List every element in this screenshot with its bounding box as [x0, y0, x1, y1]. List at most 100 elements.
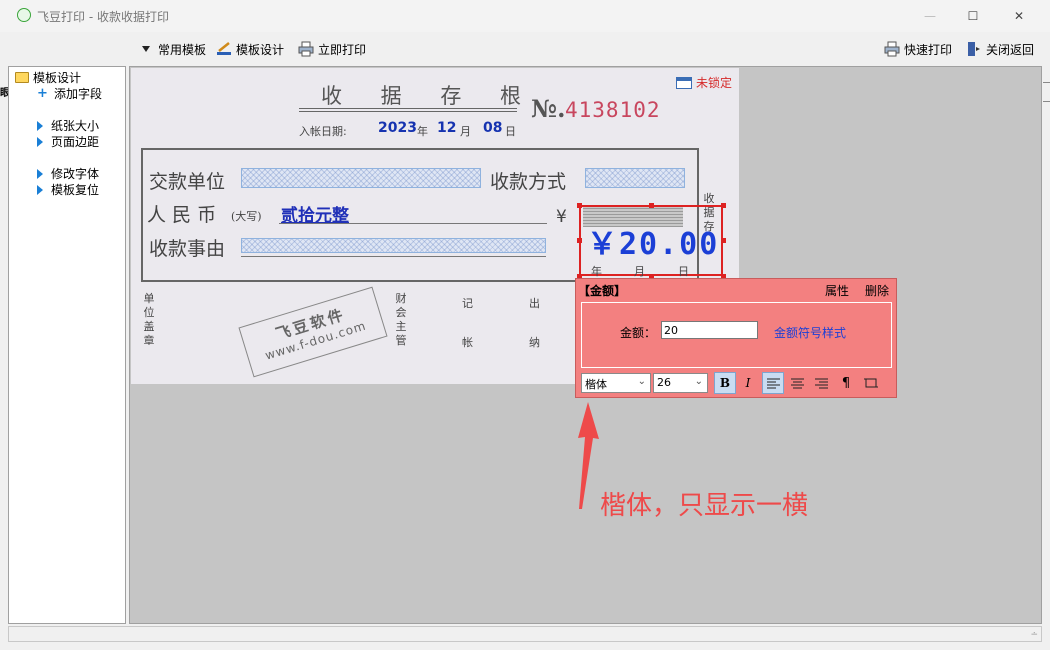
- window-edge-fragment: [1043, 82, 1050, 102]
- paragraph-button[interactable]: ¶: [835, 372, 857, 394]
- date-month-field[interactable]: 12: [437, 120, 456, 136]
- print-now-button[interactable]: 立即打印: [298, 40, 366, 58]
- align-left-icon: [766, 378, 780, 388]
- app-logo-icon: [17, 8, 31, 22]
- window-title: 飞豆打印 - 收款收据打印: [37, 10, 169, 24]
- watermark-stamp: 飞豆软件 www.f-dou.com: [238, 286, 388, 378]
- sidebar-item-page-margin[interactable]: 页面边距: [37, 133, 99, 150]
- main-toolbar: 常用模板 模板设计 立即打印 快速打印 关闭返回: [0, 32, 1050, 66]
- template-design-button[interactable]: 模板设计: [216, 40, 284, 58]
- sidebar-item-paper-size[interactable]: 纸张大小: [37, 117, 99, 134]
- date-year-field[interactable]: 2023: [378, 120, 417, 136]
- triangle-right-icon: [37, 184, 43, 195]
- resize-handle[interactable]: [721, 238, 726, 243]
- panel-title: 【金额】: [578, 284, 627, 298]
- bookkeeping-label-2: 帐: [462, 336, 473, 349]
- reason-underline: [241, 256, 546, 257]
- attribute-button[interactable]: 属性: [825, 282, 849, 299]
- resize-handle[interactable]: [649, 203, 654, 208]
- chevron-down-icon: ⌄: [694, 376, 703, 387]
- plus-icon: +: [37, 86, 48, 101]
- sidebar-item-label: 纸张大小: [51, 119, 100, 133]
- quick-print-button[interactable]: 快速打印: [884, 40, 952, 58]
- template-design-label: 模板设计: [236, 42, 285, 57]
- side-vertical-text: 收据存: [703, 192, 715, 233]
- payer-label: 交款单位: [149, 171, 226, 193]
- receipt-no-value: 4138102: [565, 98, 661, 122]
- sidebar-item-reset-template[interactable]: 模板复位: [37, 181, 99, 198]
- fit-box-icon: [864, 378, 878, 388]
- date-day-field[interactable]: 08: [483, 120, 502, 136]
- print-now-label: 立即打印: [318, 42, 367, 57]
- month-unit: 月: [460, 125, 471, 138]
- bold-button[interactable]: B: [714, 372, 736, 394]
- resize-grip-icon[interactable]: ∸: [1030, 630, 1038, 640]
- yen-sign: ¥: [556, 207, 567, 227]
- triangle-right-icon: [37, 168, 43, 179]
- resize-handle[interactable]: [721, 203, 726, 208]
- font-family-value: 楷体: [585, 378, 607, 391]
- unit-seal-label: 单位盖章: [143, 292, 155, 347]
- payer-field[interactable]: [241, 168, 481, 188]
- resize-handle[interactable]: [577, 203, 582, 208]
- year-unit: 年: [417, 125, 428, 138]
- fit-box-button[interactable]: [860, 372, 882, 394]
- window-lock-icon: [676, 76, 692, 89]
- italic-button[interactable]: I: [737, 372, 759, 394]
- amount-display[interactable]: ￥20.00: [587, 219, 719, 263]
- dropdown-arrow-icon: [138, 41, 154, 57]
- date-day-mark: 日: [678, 265, 689, 278]
- currency-symbol-style-link[interactable]: 金额符号样式: [774, 324, 846, 341]
- entry-date-label: 入帐日期:: [299, 125, 347, 138]
- quick-print-label: 快速打印: [904, 42, 953, 57]
- triangle-right-icon: [37, 136, 43, 147]
- status-bar: ∸: [8, 626, 1042, 642]
- align-right-button[interactable]: [810, 372, 832, 394]
- date-year-mark: 年: [591, 265, 602, 278]
- triangle-right-icon: [37, 120, 43, 131]
- amount-input[interactable]: [661, 321, 758, 339]
- panel-body: 金额： 金额符号样式: [581, 302, 892, 368]
- rmb-underline: [279, 223, 547, 224]
- align-center-icon: [790, 378, 804, 388]
- receipt-no-label: №.: [531, 94, 566, 123]
- lock-status-label: 未锁定: [696, 76, 733, 90]
- resize-handle[interactable]: [577, 238, 582, 243]
- reason-field[interactable]: [241, 238, 546, 253]
- common-templates-button[interactable]: 常用模板: [138, 40, 206, 58]
- delete-button[interactable]: 删除: [865, 282, 889, 299]
- tree-root-label: 模板设计: [33, 71, 82, 85]
- close-return-button[interactable]: 关闭返回: [966, 40, 1034, 58]
- payment-method-field[interactable]: [585, 168, 685, 188]
- field-property-panel: 【金额】 属性 删除 金额： 金额符号样式 楷体 ⌄ 26 ⌄ B I ¶: [575, 278, 897, 398]
- amount-label: 金额：: [620, 326, 657, 340]
- exit-door-icon: [966, 41, 982, 57]
- cashier-label-1: 出: [529, 297, 540, 310]
- sidebar-item-change-font[interactable]: 修改字体: [37, 165, 99, 182]
- italic-icon: I: [745, 376, 751, 390]
- align-right-icon: [814, 378, 828, 388]
- font-size-select[interactable]: 26 ⌄: [653, 373, 708, 393]
- title-underline: [299, 108, 517, 109]
- printer-icon: [884, 41, 900, 57]
- sidebar-item-label: 修改字体: [51, 167, 100, 181]
- align-left-button[interactable]: [762, 372, 784, 394]
- maximize-button[interactable]: ☐: [950, 0, 996, 32]
- tree-root-template-design[interactable]: 模板设计: [15, 69, 81, 86]
- reason-label: 收款事由: [149, 238, 226, 260]
- sidebar-item-add-field[interactable]: + 添加字段: [37, 85, 102, 102]
- close-return-label: 关闭返回: [986, 42, 1035, 57]
- align-center-button[interactable]: [786, 372, 808, 394]
- minimize-button[interactable]: —: [907, 0, 953, 32]
- date-month-mark: 月: [634, 265, 645, 278]
- bold-icon: B: [719, 376, 731, 390]
- title-underline: [299, 111, 517, 112]
- receipt-title: 收 据 存 根: [321, 84, 538, 108]
- rmb-capital-hint: (大写): [231, 210, 262, 223]
- font-family-select[interactable]: 楷体 ⌄: [581, 373, 651, 393]
- lock-status[interactable]: 未锁定: [676, 74, 732, 91]
- payment-method-label: 收款方式: [490, 171, 567, 193]
- finance-manager-label: 财会主管: [395, 292, 407, 347]
- paragraph-icon: ¶: [841, 375, 851, 391]
- close-window-button[interactable]: ✕: [996, 0, 1042, 32]
